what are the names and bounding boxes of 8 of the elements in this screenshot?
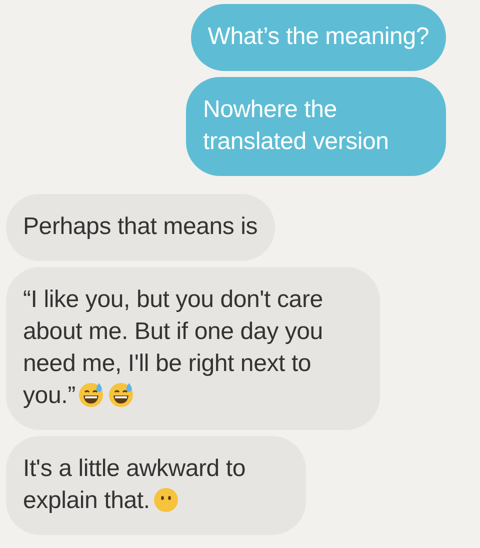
no-mouth-emoji-icon [152, 486, 180, 514]
grinning-sweat-emoji-icon [77, 381, 106, 409]
message-bubble: Perhaps that means is [6, 194, 275, 261]
message-bubble: It's a little awkward to explain that. [6, 436, 306, 535]
message-bubble: “I like you, but you don't care about me. But if one day you need me, I'll be right next to you.” [6, 267, 380, 430]
message-bubble: Nowhere the translated version [186, 77, 446, 176]
grinning-sweat-emoji-icon [107, 381, 136, 409]
message-bubble: What’s the meaning? [190, 4, 446, 71]
